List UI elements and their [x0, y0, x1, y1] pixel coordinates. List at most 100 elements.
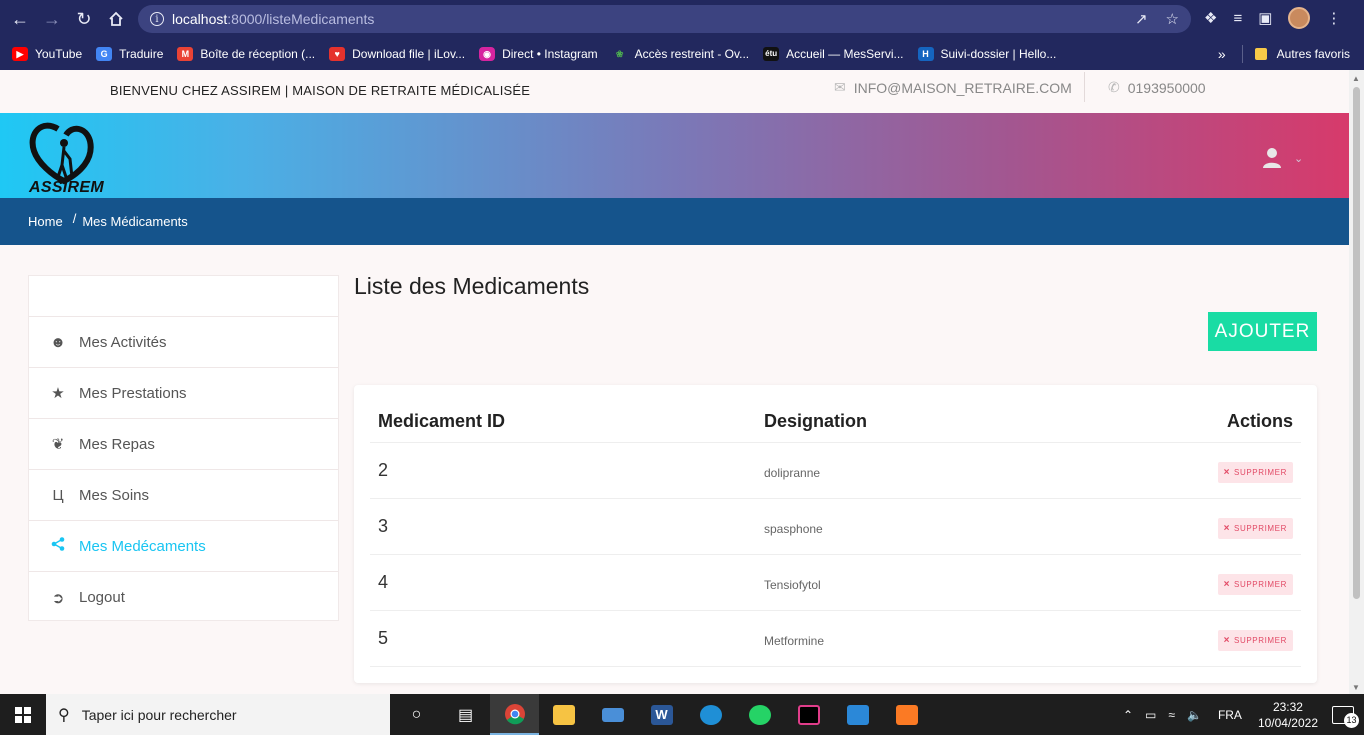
sidebar-item-logout[interactable]: ➲ Logout [29, 572, 338, 623]
chevron-up-icon[interactable]: ⌃ [1123, 708, 1133, 722]
cell-designation: dolipranne [764, 466, 821, 480]
translate-icon: G [96, 47, 113, 61]
sidebar-item-label: Mes Activités [79, 333, 167, 351]
add-button[interactable]: AJOUTER [1208, 312, 1317, 351]
address-bar[interactable]: i localhost:8000/listeMedicaments ↗ ☆ [138, 5, 1191, 33]
cell-medicament-id: 5 [378, 628, 389, 648]
ilovepdf-icon: ♥ [329, 47, 346, 61]
sidebar-item-medicaments[interactable]: Mes Medécaments [29, 521, 338, 572]
youtube-icon: ▶ [12, 47, 28, 61]
other-favorites[interactable]: Autres favoris [1277, 47, 1350, 61]
wifi-icon[interactable]: ≈ [1168, 708, 1175, 722]
sidebar-header [29, 276, 338, 317]
bookmarks-bar: ▶ YouTube G Traduire M Boîte de réception (… [0, 38, 1364, 70]
sidebar-item-prestations[interactable]: ★ Mes Prestations [29, 368, 338, 419]
contact-phone[interactable]: ✆ 0193950000 [1108, 79, 1206, 96]
whatsapp-icon[interactable] [735, 694, 784, 735]
logo-text: ASSIREM [29, 179, 104, 196]
delete-button[interactable]: × SUPPRIMER [1217, 630, 1293, 651]
delete-button[interactable]: × SUPPRIMER [1217, 518, 1293, 539]
side-panel-icon[interactable]: ▣ [1258, 9, 1272, 27]
more-bookmarks-button[interactable]: » [1218, 46, 1226, 62]
home-icon[interactable] [100, 3, 132, 35]
photos-icon[interactable] [833, 694, 882, 735]
bookmark-star-icon[interactable]: ☆ [1166, 10, 1179, 28]
bookmarks-divider [1241, 45, 1243, 63]
chrome-icon[interactable] [490, 694, 539, 735]
table-row: 5 Metformine × SUPPRIMER [370, 611, 1301, 667]
bookmark-youtube[interactable]: ▶ YouTube [12, 47, 82, 61]
bookmark-gmail[interactable]: M Boîte de réception (... [177, 47, 315, 61]
bookmark-ilovepdf[interactable]: ♥ Download file | iLov... [329, 47, 465, 61]
start-button[interactable] [0, 694, 46, 735]
profile-avatar[interactable] [1288, 7, 1311, 29]
star-icon: ★ [51, 385, 65, 402]
notification-icon[interactable]: 13 [1332, 705, 1359, 728]
taskbar-clock[interactable]: 23:32 10/04/2022 [1258, 699, 1318, 731]
scroll-down-icon[interactable]: ▼ [1352, 683, 1360, 692]
etu-icon: étu [763, 47, 780, 61]
delete-button[interactable]: × SUPPRIMER [1217, 574, 1293, 595]
volume-icon[interactable]: 🔈 [1187, 708, 1202, 722]
cell-designation: Tensiofytol [764, 578, 821, 592]
system-tray: ⌃ ▭ ≈ 🔈 FRA 23:32 10/04/2022 13 [1123, 694, 1364, 735]
intellij-icon[interactable] [784, 694, 833, 735]
laptop-app-icon[interactable] [588, 694, 637, 735]
url-path: :8000/listeMedicaments [227, 11, 375, 27]
breadcrumb-home[interactable]: Home [28, 214, 63, 229]
file-explorer-icon[interactable] [539, 694, 588, 735]
cell-medicament-id: 4 [378, 572, 389, 592]
back-arrow-icon[interactable]: ← [4, 3, 36, 35]
cell-designation: Metformine [764, 634, 825, 648]
scroll-up-icon[interactable]: ▲ [1352, 74, 1360, 83]
scrollbar-thumb[interactable] [1353, 87, 1360, 599]
delete-button[interactable]: × SUPPRIMER [1217, 462, 1293, 483]
close-icon: × [1223, 635, 1231, 646]
share-page-icon[interactable]: ↗ [1135, 10, 1148, 28]
gmail-icon: M [177, 47, 194, 61]
user-icon [1263, 148, 1281, 168]
close-icon: × [1223, 579, 1231, 590]
bookmark-translate[interactable]: G Traduire [96, 47, 163, 61]
contact-email[interactable]: ✉ INFO@MAISON_RETRAIRE.COM [834, 79, 1072, 96]
taskbar-search-placeholder: Taper ici pour rechercher [81, 706, 237, 723]
browser-menu-icon[interactable]: ⋮ [1326, 9, 1341, 27]
reading-list-icon[interactable]: ≡ [1233, 10, 1242, 27]
breadcrumb-separator: / [72, 211, 77, 226]
xampp-icon[interactable] [882, 694, 931, 735]
bookmark-restricted[interactable]: ❀ Accès restreint - Ov... [612, 47, 749, 61]
sidebar-item-label: Mes Repas [79, 435, 155, 453]
cortana-icon[interactable]: ○ [392, 694, 441, 735]
task-view-icon[interactable]: ▤ [441, 694, 490, 735]
sidebar-item-soins[interactable]: Ц Mes Soins [29, 470, 338, 521]
bookmark-instagram[interactable]: ◉ Direct • Instagram [479, 47, 598, 61]
share-icon [49, 537, 67, 555]
user-menu[interactable]: ⌄ [1262, 147, 1303, 169]
battery-icon[interactable]: ▭ [1145, 708, 1156, 722]
taskbar-search[interactable]: ⚲ Taper ici pour rechercher [46, 694, 390, 735]
column-header-designation: Designation [764, 411, 868, 431]
envelope-icon: ✉ [834, 79, 846, 95]
chevron-down-icon: ⌄ [1294, 152, 1304, 165]
cell-medicament-id: 2 [378, 460, 389, 480]
edge-icon[interactable] [686, 694, 735, 735]
sidebar-item-label: Logout [79, 589, 125, 606]
page-scrollbar[interactable]: ▲ ▼ [1349, 70, 1364, 694]
forward-arrow-icon[interactable]: → [36, 3, 68, 35]
breadcrumb-current: Mes Médicaments [82, 214, 188, 229]
site-info-icon[interactable]: i [150, 12, 164, 26]
bookmark-messervices[interactable]: étu Accueil — MesServi... [763, 47, 904, 61]
bookmark-suivi-dossier[interactable]: H Suivi-dossier | Hello... [917, 47, 1056, 61]
clock-time: 23:32 [1272, 699, 1303, 714]
extensions-icon[interactable]: ❖ [1204, 9, 1217, 27]
reload-icon[interactable]: ↻ [68, 3, 100, 35]
language-indicator[interactable]: FRA [1218, 708, 1242, 722]
word-icon[interactable]: W [637, 694, 686, 735]
sidebar-item-repas[interactable]: ❦ Mes Repas [29, 419, 338, 470]
table-row: 3 spasphone × SUPPRIMER [370, 499, 1301, 555]
sidebar-item-label: Mes Soins [79, 486, 150, 504]
folder-icon [1254, 48, 1267, 60]
sidebar-item-activites[interactable]: ☻ Mes Activités [29, 317, 338, 368]
browser-toolbar: ← → ↻ i localhost:8000/listeMedicaments … [0, 0, 1364, 38]
clock-date: 10/04/2022 [1257, 715, 1318, 730]
